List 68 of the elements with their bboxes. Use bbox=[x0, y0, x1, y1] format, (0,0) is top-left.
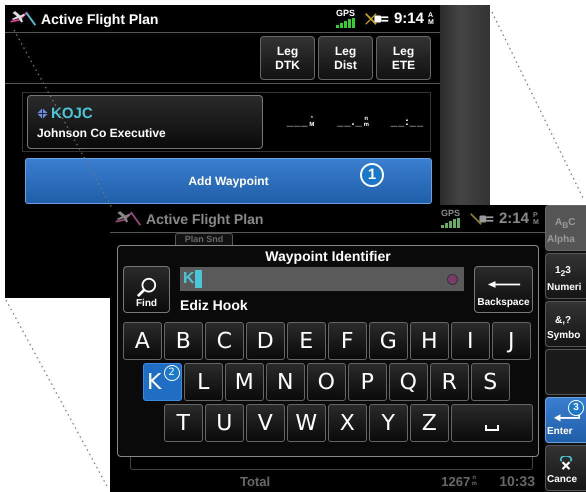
gps-status: GPS bbox=[440, 209, 461, 228]
find-button[interactable]: Find bbox=[123, 266, 170, 313]
column-button[interactable]: Leg Dist bbox=[318, 36, 373, 80]
letter-key[interactable]: G bbox=[369, 322, 408, 360]
leg-value: __:__ bbox=[390, 116, 425, 128]
letter-key[interactable]: T bbox=[164, 404, 202, 442]
callout-badge: 2 bbox=[164, 365, 180, 381]
letter-key[interactable]: J bbox=[492, 322, 530, 360]
clock-time: 2:14 bbox=[498, 210, 529, 227]
letter-key[interactable]: H bbox=[410, 322, 448, 360]
letter-key[interactable]: Q bbox=[389, 363, 428, 401]
numeric-icon: 1$_{2}$3 bbox=[547, 265, 571, 278]
letter-key[interactable]: U bbox=[205, 404, 244, 442]
callout-badge: 1 bbox=[360, 163, 384, 187]
letter-key[interactable]: S bbox=[471, 363, 510, 401]
flight-plan-icon bbox=[114, 208, 142, 228]
letter-key[interactable]: A bbox=[123, 322, 162, 360]
letter-key[interactable]: B bbox=[164, 322, 202, 360]
letter-key[interactable]: F bbox=[328, 322, 366, 360]
total-label: Total bbox=[240, 474, 270, 488]
letter-key[interactable]: C bbox=[205, 322, 244, 360]
cancel-button[interactable]: Cance bbox=[545, 445, 586, 491]
alpha-icon: A$_{B}$C bbox=[547, 217, 576, 230]
waypoint-identifier: KOJC bbox=[51, 104, 93, 122]
power-plug-icon bbox=[468, 210, 495, 226]
power-plug-icon bbox=[364, 10, 390, 26]
total-time: 10:33 bbox=[499, 473, 535, 489]
column-button[interactable]: Leg DTK bbox=[260, 36, 315, 80]
letter-key[interactable]: V bbox=[246, 404, 284, 442]
waypoint-icon bbox=[37, 108, 48, 118]
letter-key[interactable]: E bbox=[287, 322, 326, 360]
letter-key[interactable]: W bbox=[287, 404, 326, 442]
window-title: Active Flight Plan bbox=[146, 210, 264, 226]
window-title: Active Flight Plan bbox=[41, 10, 158, 26]
letter-key[interactable]: I bbox=[451, 322, 490, 360]
letter-key[interactable]: O bbox=[307, 363, 346, 401]
letter-key[interactable]: X bbox=[328, 404, 366, 442]
backspace-button[interactable]: Backspace bbox=[474, 266, 533, 313]
match-name: Ediz Hook bbox=[180, 297, 249, 313]
space-icon bbox=[485, 425, 499, 431]
symbol-icon: &,? bbox=[547, 315, 572, 326]
letter-key[interactable]: N bbox=[266, 363, 304, 401]
letter-key[interactable]: D bbox=[246, 322, 284, 360]
waypoint-name: Johnson Co Executive bbox=[37, 126, 166, 140]
dialog-title: Waypoint Identifier bbox=[264, 247, 392, 266]
letter-key[interactable]: K 2 bbox=[143, 363, 182, 401]
letter-key[interactable]: Y bbox=[369, 404, 408, 442]
gps-status: GPS bbox=[336, 9, 356, 28]
letter-key[interactable]: Z bbox=[410, 404, 448, 442]
column-button[interactable]: Leg ETE bbox=[376, 36, 431, 80]
callout-badge: 3 bbox=[568, 400, 584, 416]
enter-arrow-icon bbox=[553, 412, 581, 422]
symbol-button[interactable]: &,? Symbo bbox=[545, 301, 586, 347]
numeric-button[interactable]: 1$_{2}$3 Numeri bbox=[545, 253, 586, 299]
cancel-icon bbox=[559, 456, 573, 470]
letter-key[interactable]: P bbox=[348, 363, 386, 401]
enter-button[interactable]: Enter 3 bbox=[545, 397, 586, 443]
clear-icon[interactable] bbox=[447, 274, 458, 284]
waypoint-button[interactable]: KOJC Johnson Co Executive bbox=[27, 95, 263, 149]
letter-key[interactable]: L bbox=[184, 363, 222, 401]
left-arrow-icon bbox=[486, 280, 520, 289]
letter-key[interactable]: R bbox=[430, 363, 468, 401]
space-key[interactable] bbox=[451, 404, 533, 442]
clock-time: 9:14 bbox=[394, 10, 424, 27]
letter-key[interactable]: M bbox=[225, 363, 264, 401]
search-icon bbox=[136, 277, 158, 297]
flight-plan-icon bbox=[9, 8, 37, 28]
add-waypoint-button[interactable]: Add Waypoint 1 bbox=[25, 158, 432, 204]
